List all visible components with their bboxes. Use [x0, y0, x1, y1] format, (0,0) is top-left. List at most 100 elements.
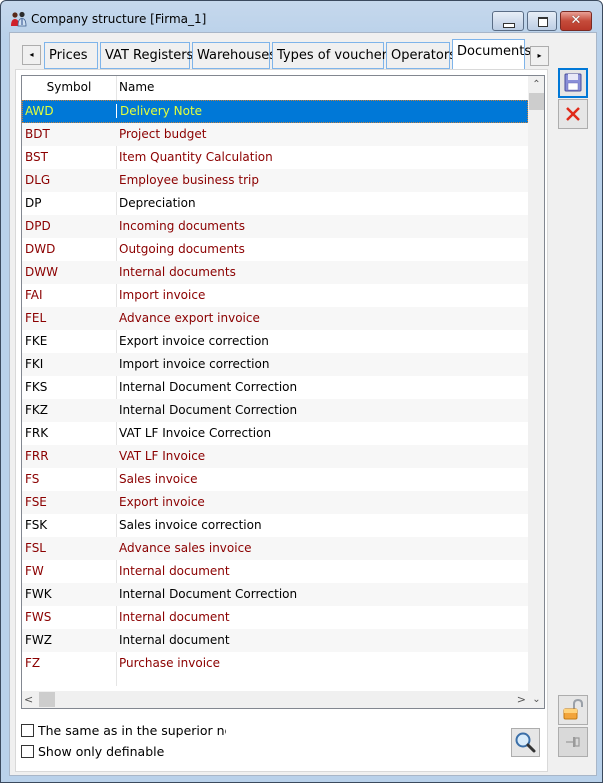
- minimize-button[interactable]: [492, 11, 524, 31]
- horizontal-scrollbar[interactable]: < >: [22, 691, 528, 708]
- row-name: Export invoice correction: [119, 334, 269, 348]
- row-name: Internal Document Correction: [119, 403, 298, 417]
- table-row[interactable]: BDT Project budget: [22, 123, 528, 146]
- tab-documents[interactable]: Documents: [452, 39, 531, 69]
- scroll-left-icon[interactable]: <: [24, 691, 38, 708]
- close-icon: ✕: [570, 13, 582, 28]
- table-row[interactable]: FKZ Internal Document Correction: [22, 399, 528, 422]
- unlock-button[interactable]: [558, 695, 588, 725]
- row-name: VAT LF Invoice Correction: [119, 426, 272, 440]
- row-name: Sales invoice correction: [119, 518, 262, 532]
- tab-operators[interactable]: Operators: [386, 42, 456, 69]
- row-name: Import invoice: [119, 288, 206, 302]
- row-name: Advance sales invoice: [119, 541, 252, 555]
- horizontal-scroll-thumb[interactable]: [39, 692, 55, 707]
- row-name: Internal document: [119, 610, 230, 624]
- cancel-icon: [566, 107, 580, 121]
- table-row[interactable]: FEL Advance export invoice: [22, 307, 528, 330]
- show-only-definable-checkbox[interactable]: [21, 744, 34, 758]
- row-symbol: BDT: [25, 127, 50, 141]
- tab-types-of-vouchers[interactable]: Types of vouchers: [272, 42, 394, 69]
- scroll-up-icon[interactable]: ⌃: [528, 76, 544, 93]
- client-area: ◂ Prices VAT Registers Warehouses Types …: [9, 32, 597, 776]
- row-symbol: FAI: [25, 288, 43, 302]
- table-row[interactable]: FSE Export invoice: [22, 491, 528, 514]
- save-button[interactable]: [558, 68, 588, 98]
- table-row[interactable]: DLG Employee business trip: [22, 169, 528, 192]
- tab-scroll-left-button[interactable]: ◂: [22, 45, 41, 65]
- table-row[interactable]: BST Item Quantity Calculation: [22, 146, 528, 169]
- unlock-icon: [563, 698, 583, 720]
- table-row[interactable]: FWZ Internal document: [22, 629, 528, 652]
- row-name: Item Quantity Calculation: [119, 150, 273, 164]
- row-symbol: FSE: [25, 495, 47, 509]
- show-only-definable-option[interactable]: Show only definable: [21, 742, 164, 760]
- column-header-name[interactable]: Name: [119, 80, 154, 94]
- table-row[interactable]: FZ Purchase invoice: [22, 652, 528, 675]
- table-row[interactable]: FRK VAT LF Invoice Correction: [22, 422, 528, 445]
- row-symbol: FRK: [25, 426, 49, 440]
- row-name: Advance export invoice: [119, 311, 260, 325]
- table-row[interactable]: FRR VAT LF Invoice: [22, 445, 528, 468]
- row-name: Purchase invoice: [119, 656, 221, 670]
- row-symbol: FSL: [25, 541, 46, 555]
- grid-header: Symbol Name: [22, 76, 528, 99]
- row-symbol: FEL: [25, 311, 47, 325]
- documents-panel: Symbol Name AWD Delivery Note BDT Project b…: [15, 69, 548, 772]
- row-name: Project budget: [119, 127, 207, 141]
- save-icon: [564, 73, 582, 92]
- row-name: Export invoice: [119, 495, 205, 509]
- scroll-down-icon[interactable]: ⌄: [528, 691, 544, 708]
- table-row[interactable]: FS Sales invoice: [22, 468, 528, 491]
- row-name: Internal documents: [119, 265, 236, 279]
- documents-grid: Symbol Name AWD Delivery Note BDT Project b…: [21, 75, 545, 709]
- row-symbol: FWZ: [25, 633, 52, 647]
- tab-scroll-right-button[interactable]: ▸: [530, 46, 549, 66]
- row-symbol: DPD: [25, 219, 51, 233]
- same-as-superior-label: The same as in the superior noc: [38, 722, 226, 738]
- row-name: Depreciation: [119, 196, 196, 210]
- table-row[interactable]: FWK Internal Document Correction: [22, 583, 528, 606]
- scroll-right-icon[interactable]: >: [512, 691, 526, 708]
- cancel-button[interactable]: [558, 99, 588, 129]
- pin-button[interactable]: [558, 727, 588, 757]
- close-button[interactable]: ✕: [560, 11, 592, 31]
- table-row[interactable]: FKE Export invoice correction: [22, 330, 528, 353]
- search-icon: [515, 732, 536, 753]
- row-name: Delivery Note: [116, 104, 202, 118]
- column-header-symbol[interactable]: Symbol: [22, 80, 116, 94]
- row-symbol: FW: [25, 564, 44, 578]
- row-symbol: FKS: [25, 380, 48, 394]
- tab-vat-registers[interactable]: VAT Registers: [100, 42, 193, 69]
- same-as-superior-option[interactable]: The same as in the superior noc: [21, 721, 226, 739]
- users-icon: [10, 11, 28, 27]
- table-row[interactable]: FKS Internal Document Correction: [22, 376, 528, 399]
- table-row[interactable]: FKI Import invoice correction: [22, 353, 528, 376]
- row-name: Internal document: [119, 564, 230, 578]
- table-row[interactable]: FAI Import invoice: [22, 284, 528, 307]
- search-button[interactable]: [511, 728, 540, 757]
- row-name: Internal document: [119, 633, 230, 647]
- title-bar[interactable]: Company structure [Firma_1] ✕: [1, 1, 602, 35]
- table-row[interactable]: DPD Incoming documents: [22, 215, 528, 238]
- vertical-scroll-thumb[interactable]: [529, 93, 544, 110]
- tab-prices[interactable]: Prices: [44, 42, 98, 69]
- row-name: Internal Document Correction: [119, 380, 298, 394]
- table-row[interactable]: DWW Internal documents: [22, 261, 528, 284]
- row-symbol: DWD: [25, 242, 56, 256]
- table-row[interactable]: AWD Delivery Note: [22, 100, 528, 123]
- maximize-button[interactable]: [527, 11, 557, 31]
- table-row[interactable]: FW Internal document: [22, 560, 528, 583]
- vertical-scrollbar[interactable]: ⌃: [528, 76, 544, 691]
- grid-rows: AWD Delivery Note BDT Project budget BST Item…: [22, 100, 528, 675]
- table-row[interactable]: DP Depreciation: [22, 192, 528, 215]
- table-row[interactable]: FSL Advance sales invoice: [22, 537, 528, 560]
- row-symbol: FWK: [25, 587, 52, 601]
- table-row[interactable]: FWS Internal document: [22, 606, 528, 629]
- table-row[interactable]: FSK Sales invoice correction: [22, 514, 528, 537]
- show-only-definable-label: Show only definable: [38, 743, 165, 759]
- tab-warehouses[interactable]: Warehouses: [192, 42, 276, 69]
- row-name: VAT LF Invoice: [119, 449, 206, 463]
- table-row[interactable]: DWD Outgoing documents: [22, 238, 528, 261]
- same-as-superior-checkbox[interactable]: [21, 723, 34, 737]
